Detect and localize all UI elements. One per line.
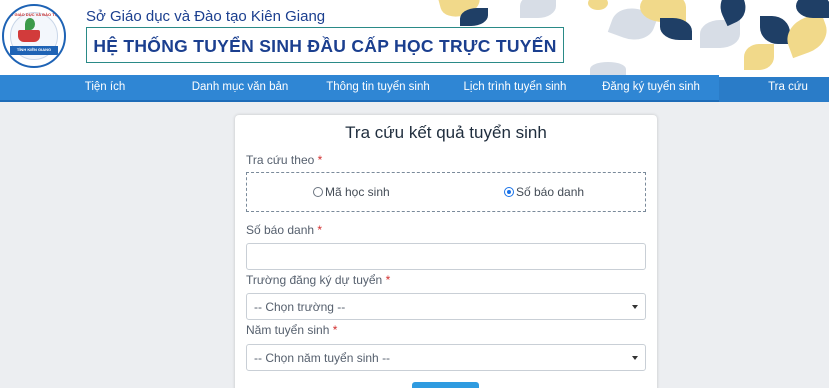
nav-item-dang-ky-tuyen-sinh[interactable]: Đăng ký tuyển sinh — [590, 75, 712, 100]
required-mark: * — [317, 223, 323, 237]
logo-text-bottom: TỈNH KIÊN GIANG — [16, 47, 52, 52]
nav-item-danh-muc-van-ban[interactable]: Danh mục văn bản — [180, 75, 300, 100]
radio-student-code[interactable]: Mã học sinh — [313, 185, 390, 199]
school-label: Trường đăng ký dự tuyển * — [246, 273, 390, 287]
site-header: SỞ GIÁO DỤC VÀ ĐÀO TẠO TỈNH KIÊN GIANG S… — [0, 0, 829, 75]
lookup-submit-button[interactable] — [412, 382, 479, 388]
candidate-number-input[interactable] — [246, 243, 646, 270]
decor-shape — [520, 0, 556, 18]
year-label: Năm tuyển sinh * — [246, 323, 337, 337]
department-name: Sở Giáo dục và Đào tạo Kiên Giang — [86, 8, 326, 25]
decor-shape — [796, 0, 829, 18]
logo-leaf-icon — [25, 18, 35, 30]
logo-text-top: SỞ GIÁO DỤC VÀ ĐÀO TẠO — [7, 12, 61, 17]
main-navbar: Tiện ích Danh mục văn bản Thông tin tuyể… — [0, 75, 829, 102]
nav-item-thong-tin-tuyen-sinh[interactable]: Thông tin tuyển sinh — [318, 75, 438, 100]
chevron-down-icon — [632, 356, 638, 360]
decor-shape — [781, 11, 829, 59]
decor-shape — [700, 20, 740, 48]
decor-shape — [460, 8, 488, 26]
year-select-value: -- Chọn năm tuyển sinh -- — [254, 351, 391, 365]
system-title: HỆ THỐNG TUYỂN SINH ĐẦU CẤP HỌC TRỰC TUY… — [93, 36, 557, 56]
radio-student-code-label: Mã học sinh — [325, 185, 390, 199]
department-logo[interactable]: SỞ GIÁO DỤC VÀ ĐÀO TẠO TỈNH KIÊN GIANG — [2, 4, 66, 68]
lookup-card-title: Tra cứu kết quả tuyển sinh — [345, 123, 547, 142]
decor-shape — [588, 0, 608, 10]
required-mark: * — [385, 273, 391, 287]
lookup-by-label-text: Tra cứu theo — [246, 153, 315, 167]
lookup-by-label: Tra cứu theo * — [246, 153, 322, 167]
system-title-box: HỆ THỐNG TUYỂN SINH ĐẦU CẤP HỌC TRỰC TUY… — [86, 27, 564, 63]
required-mark: * — [317, 153, 323, 167]
decor-shape — [760, 16, 790, 44]
school-select-value: -- Chọn trường -- — [254, 300, 346, 314]
lookup-by-radio-group: Mã học sinh Số báo danh — [246, 172, 646, 212]
radio-checked-icon[interactable] — [504, 187, 514, 197]
radio-candidate-number[interactable]: Số báo danh — [504, 185, 584, 199]
required-mark: * — [332, 323, 338, 337]
decor-shape — [660, 18, 692, 40]
decor-shape — [590, 62, 626, 75]
year-select[interactable]: -- Chọn năm tuyển sinh -- — [246, 344, 646, 371]
lookup-card: Tra cứu kết quả tuyển sinh Tra cứu theo … — [235, 115, 657, 388]
chevron-down-icon — [632, 305, 638, 309]
decor-shape — [744, 44, 774, 70]
nav-item-tra-cuu[interactable]: Tra cứu — [740, 75, 829, 100]
candidate-number-label: Số báo danh * — [246, 223, 322, 237]
radio-unchecked-icon[interactable] — [313, 187, 323, 197]
candidate-number-label-text: Số báo danh — [246, 223, 315, 237]
nav-item-lich-trinh-tuyen-sinh[interactable]: Lịch trình tuyển sinh — [454, 75, 576, 100]
radio-candidate-number-label: Số báo danh — [516, 185, 585, 199]
nav-item-tien-ich[interactable]: Tiện ích — [62, 75, 148, 100]
year-label-text: Năm tuyển sinh — [246, 323, 330, 337]
logo-book-icon — [18, 30, 40, 42]
school-select[interactable]: -- Chọn trường -- — [246, 293, 646, 320]
school-label-text: Trường đăng ký dự tuyển — [246, 273, 383, 287]
